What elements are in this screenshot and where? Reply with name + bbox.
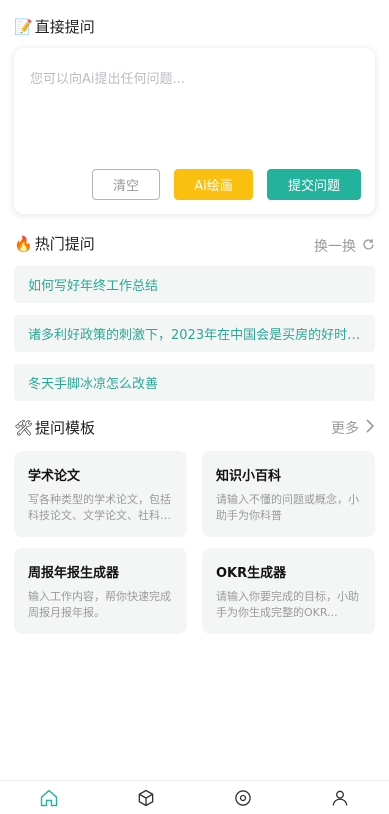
template-card[interactable]: OKR生成器 请输入你要完成的目标，小助手为你生成完整的OKR... — [202, 548, 375, 634]
ask-card: 您可以向Ai提出任何问题... 清空 Ai绘画 提交问题 — [14, 48, 375, 214]
template-section-label: 提问模板 — [35, 419, 96, 437]
more-label: 更多 — [331, 421, 359, 437]
template-title: OKR生成器 — [216, 566, 287, 581]
tab-bar — [0, 780, 389, 814]
hot-question-item[interactable]: 冬天手脚冰凉怎么改善 — [14, 364, 375, 401]
hot-question-text: 如何写好年终工作总结 — [28, 279, 159, 294]
template-card[interactable]: 学术论文 写各种类型的学术论文，包括科技论文、文学论文、社科论文... — [14, 451, 187, 537]
template-card[interactable]: 周报年报生成器 输入工作内容，帮你快速完成周报月报年报。 — [14, 548, 187, 634]
ask-section-label: 直接提问 — [34, 18, 95, 36]
template-desc: 请输入你要完成的目标，小助手为你生成完整的OKR... — [216, 590, 359, 619]
hot-question-text: 冬天手脚冰凉怎么改善 — [28, 377, 159, 392]
hot-question-text: 诸多利好政策的刺激下，2023年在中国会是买房的好时机吗？ — [28, 328, 361, 343]
template-title: 知识小百科 — [216, 469, 282, 484]
more-button[interactable]: 更多 — [331, 418, 375, 438]
home-icon — [40, 789, 57, 806]
tab-home[interactable] — [0, 781, 97, 814]
template-card[interactable]: 知识小百科 请输入不懂的问题或概念，小助手为你科普 — [202, 451, 375, 537]
hot-section-label: 热门提问 — [34, 235, 95, 253]
template-title: 周报年报生成器 — [28, 566, 120, 581]
question-input[interactable]: 您可以向Ai提出任何问题... — [30, 68, 185, 87]
hot-question-item[interactable]: 如何写好年终工作总结 — [14, 266, 375, 303]
refresh-icon — [362, 238, 375, 255]
target-icon — [235, 789, 251, 806]
chevron-right-icon — [365, 419, 375, 437]
user-icon — [333, 790, 348, 806]
tools-icon: 🛠 — [14, 418, 34, 437]
refresh-button[interactable]: 换一换 — [314, 236, 375, 256]
hot-question-item[interactable]: 诸多利好政策的刺激下，2023年在中国会是买房的好时机吗？ — [14, 315, 375, 352]
ai-draw-button[interactable]: Ai绘画 — [174, 169, 253, 200]
template-desc: 请输入不懂的问题或概念，小助手为你科普 — [216, 493, 359, 522]
tab-discover[interactable] — [97, 781, 194, 814]
tab-profile[interactable] — [292, 781, 389, 814]
template-section-title: 🛠 提问模板 — [14, 417, 95, 438]
template-title: 学术论文 — [28, 469, 81, 484]
ask-section-title: 📝 直接提问 — [14, 16, 95, 37]
template-desc: 写各种类型的学术论文，包括科技论文、文学论文、社科论文... — [28, 493, 171, 522]
fire-icon: 🔥 — [14, 234, 33, 253]
refresh-label: 换一换 — [314, 239, 356, 255]
clear-button[interactable]: 清空 — [92, 169, 160, 200]
memo-icon: 📝 — [14, 17, 33, 36]
cube-icon — [138, 789, 154, 806]
hot-section-title: 🔥 热门提问 — [14, 233, 95, 254]
submit-button[interactable]: 提交问题 — [267, 169, 361, 200]
template-desc: 输入工作内容，帮你快速完成周报月报年报。 — [28, 590, 171, 619]
tab-target[interactable] — [195, 781, 292, 814]
